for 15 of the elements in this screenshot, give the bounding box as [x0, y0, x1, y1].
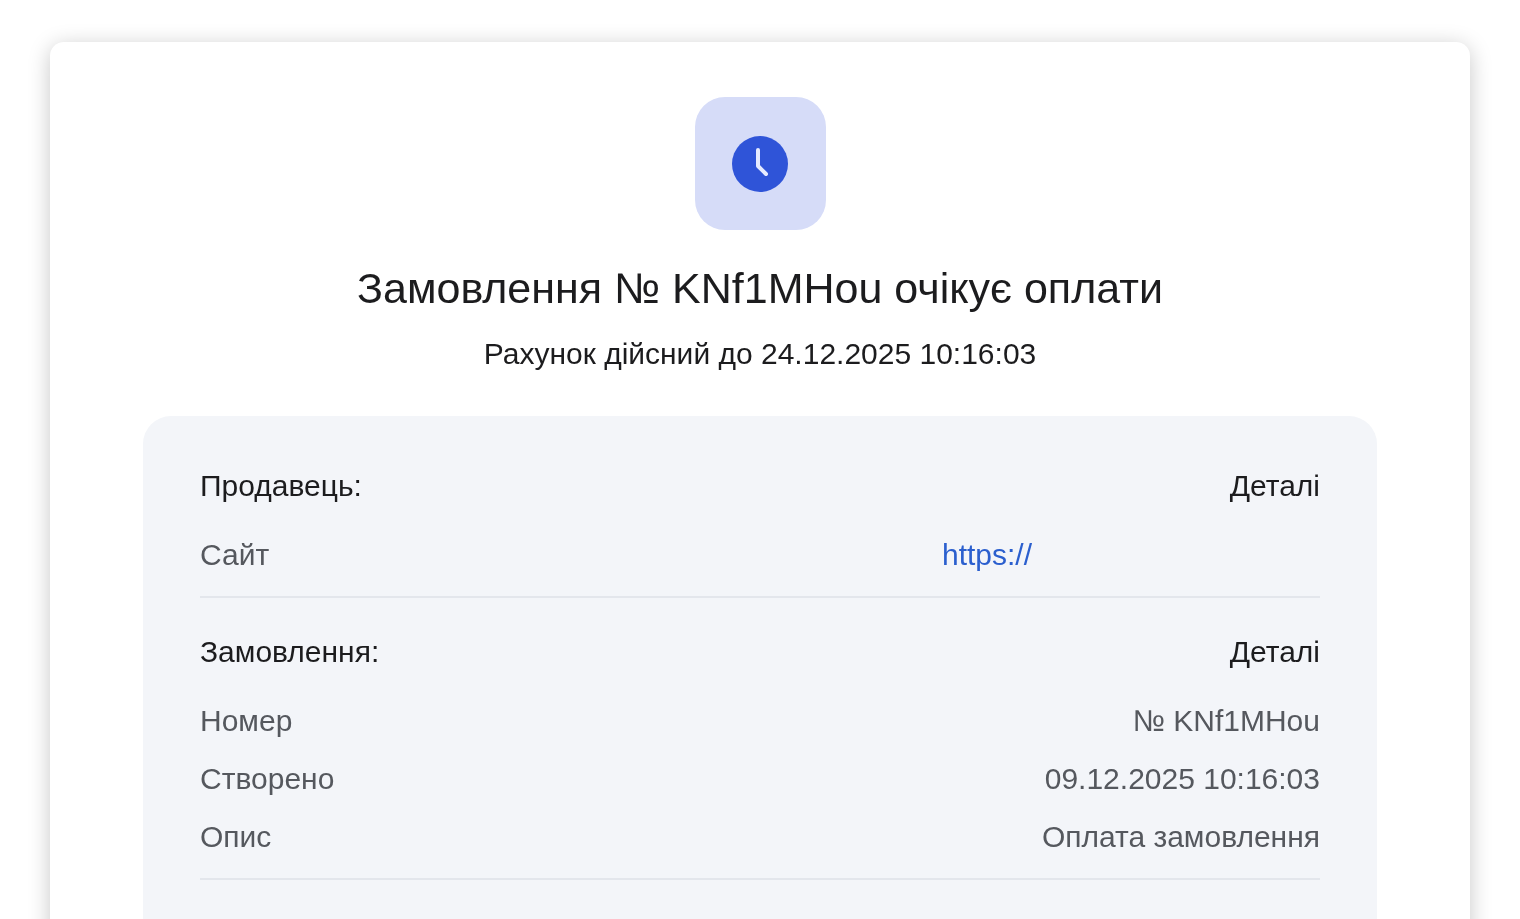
section-heading: Замовлення: [200, 635, 381, 669]
clock-icon [694, 97, 826, 230]
page-title: Замовлення № KNf1MHou очікує оплати [357, 263, 1163, 314]
details-link[interactable]: Деталі [942, 469, 1320, 503]
section-heading: Продавець: [200, 469, 363, 503]
details-link[interactable]: Деталі [942, 635, 1320, 669]
row-label: Номер [200, 704, 294, 738]
row-label: Створено [200, 762, 336, 796]
row-value: 09.12.2025 10:16:03 [1043, 762, 1320, 796]
row-value: № KNf1MHou [1131, 704, 1320, 738]
row-label: Опис [200, 820, 273, 854]
expiry-text: Рахунок дійсний до 24.12.2025 10:16:03 [483, 336, 1037, 372]
row-label: Сайт [200, 538, 271, 572]
site-link[interactable]: https:// [942, 538, 1033, 571]
row-value: Оплата замовлення [1040, 820, 1320, 854]
